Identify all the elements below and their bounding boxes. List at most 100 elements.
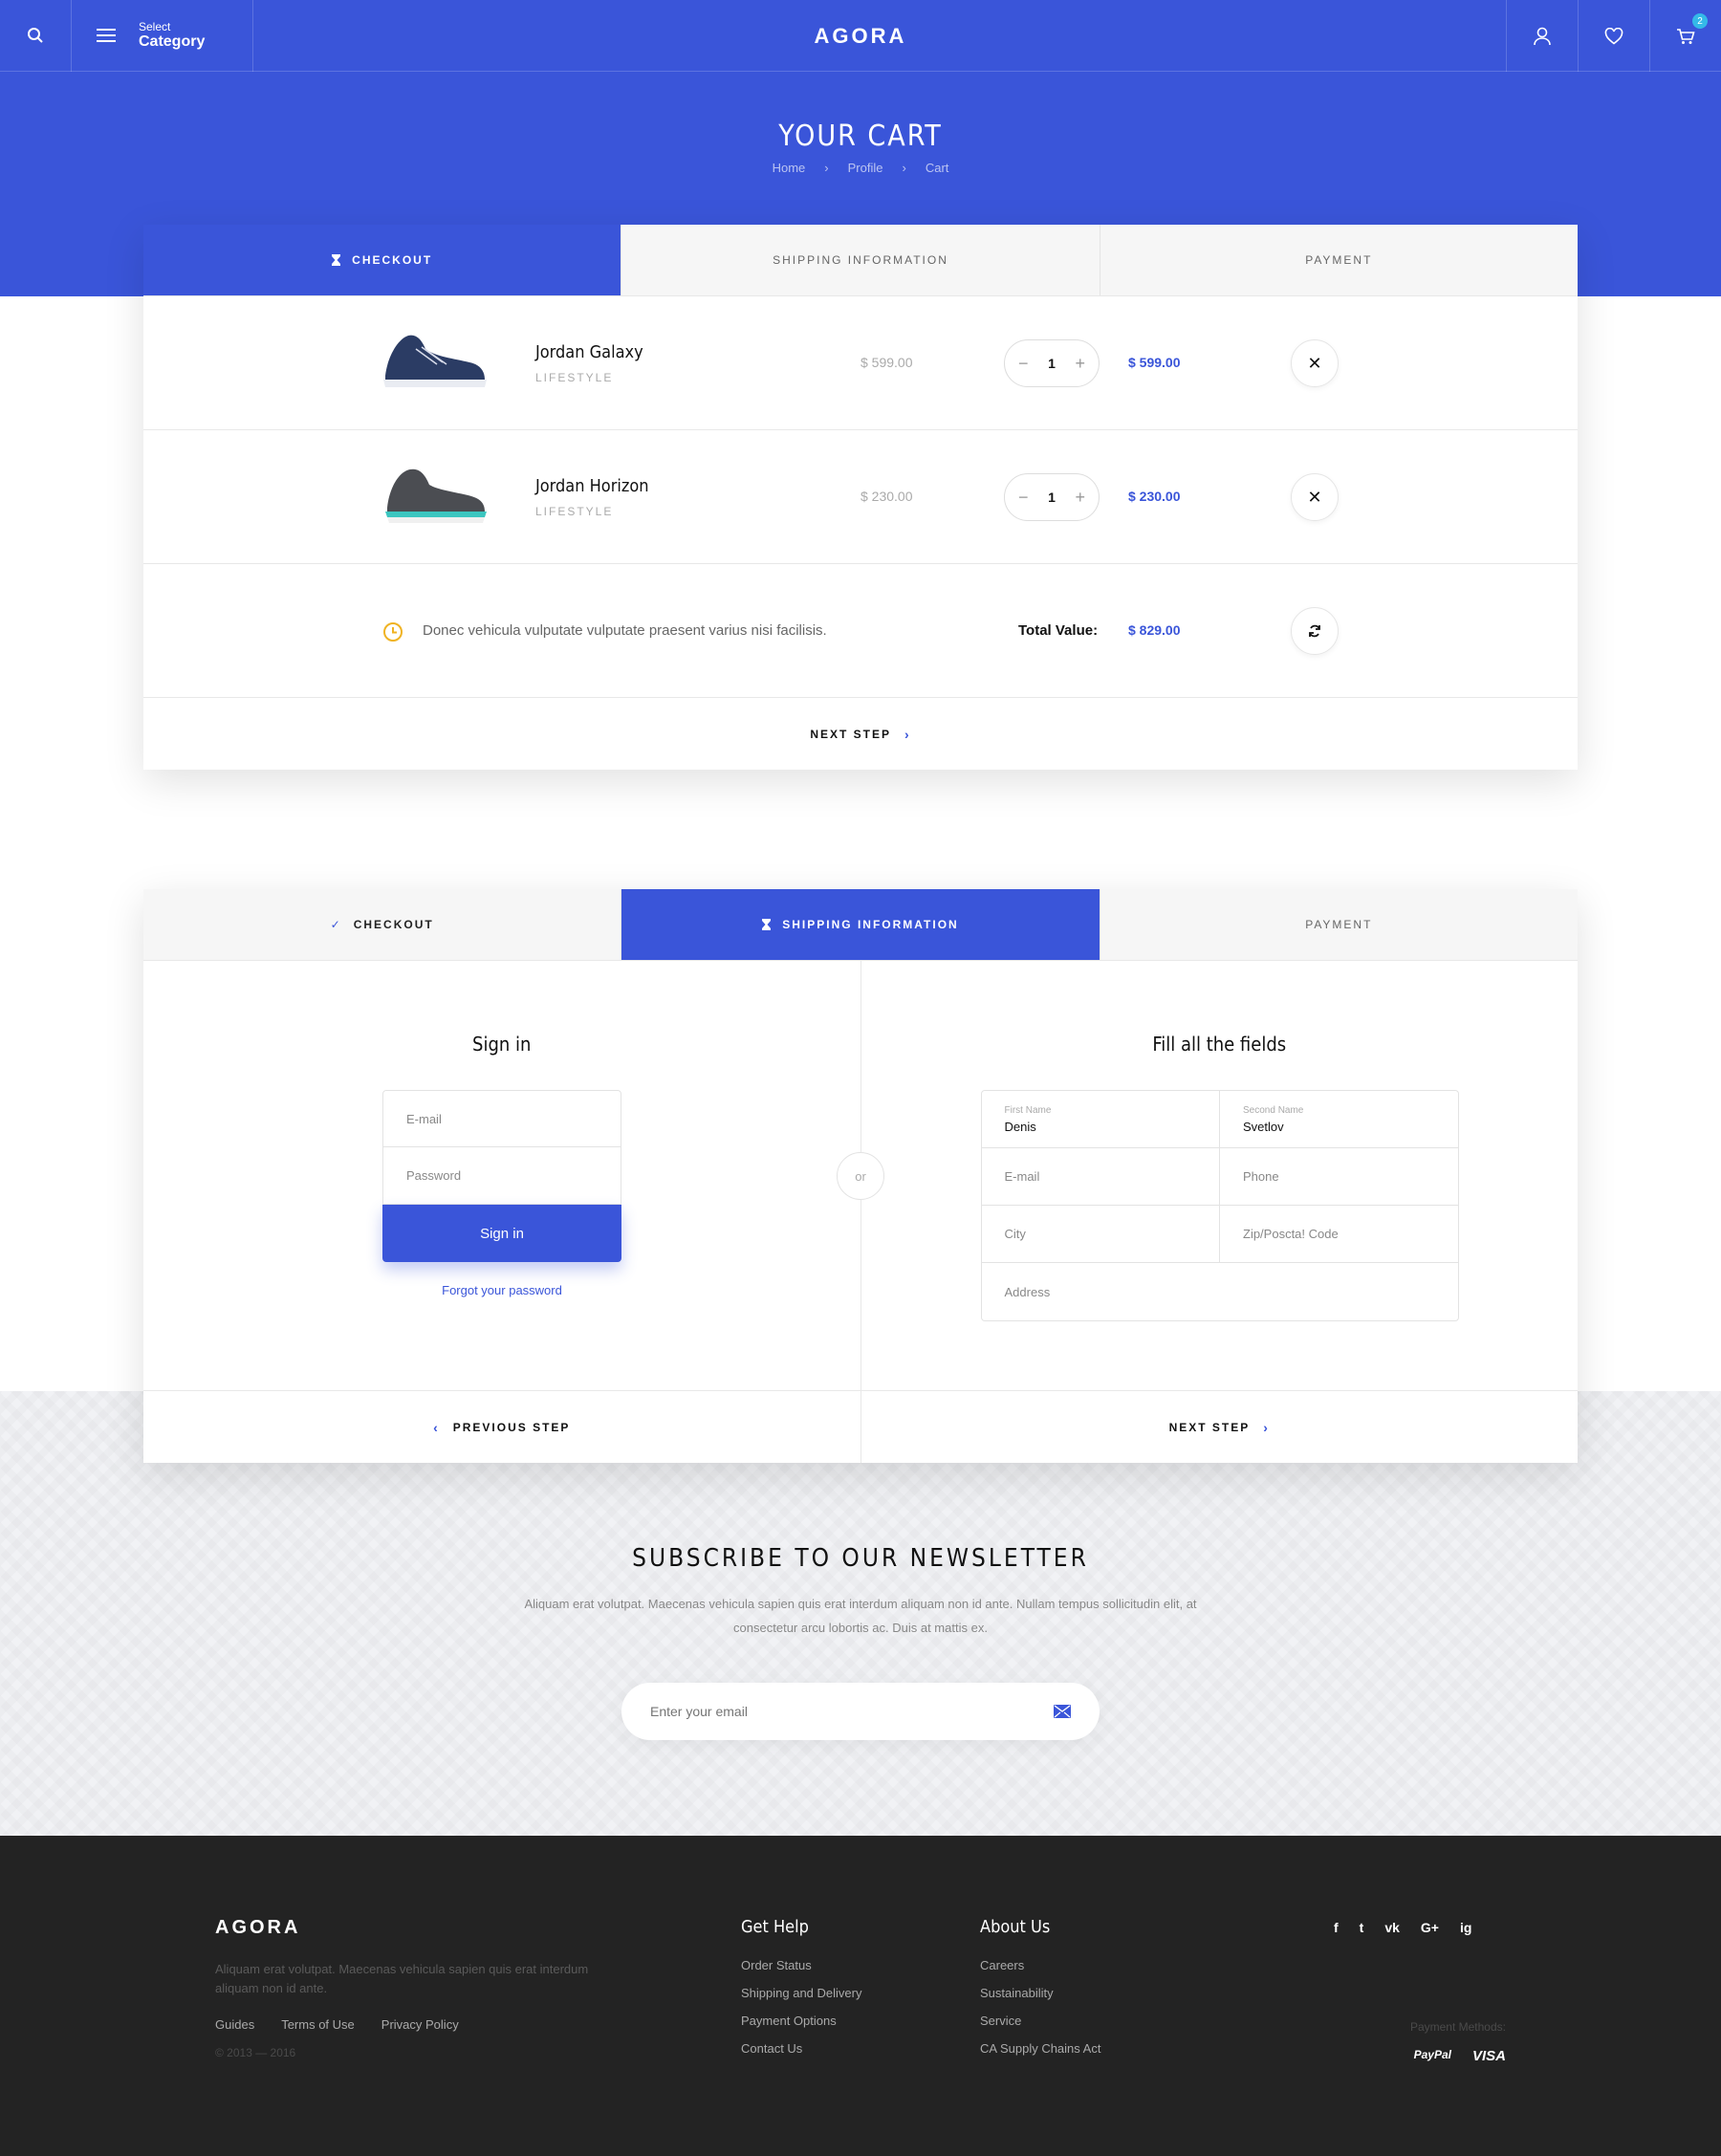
hourglass-icon <box>762 919 772 930</box>
vk-icon[interactable]: vk <box>1384 1920 1400 1935</box>
product-name[interactable]: Jordan Galaxy <box>535 342 643 362</box>
phone-field[interactable]: Phone <box>1220 1148 1458 1205</box>
remove-item-button[interactable]: ✕ <box>1291 339 1339 387</box>
or-divider: or <box>837 1152 884 1200</box>
tab-payment[interactable]: PAYMENT <box>1100 889 1578 960</box>
forgot-password-link[interactable]: Forgot your password <box>382 1283 621 1297</box>
line-total: $ 230.00 <box>1128 489 1181 504</box>
hourglass-icon <box>332 254 341 266</box>
search-icon <box>28 28 43 43</box>
first-name-value: Denis <box>1004 1119 1036 1134</box>
product-category: LIFESTYLE <box>535 371 614 384</box>
product-name[interactable]: Jordan Horizon <box>535 476 649 496</box>
help-link-payment[interactable]: Payment Options <box>741 2014 861 2028</box>
next-step-button[interactable]: NEXT STEP › <box>861 1391 1579 1463</box>
next-step-button[interactable]: NEXT STEP › <box>143 698 1578 770</box>
help-link-order-status[interactable]: Order Status <box>741 1958 861 1972</box>
help-column: Get Help Order Status Shipping and Deliv… <box>741 1917 861 2069</box>
account-button[interactable] <box>1506 0 1578 72</box>
previous-step-button[interactable]: ‹ PREVIOUS STEP <box>143 1391 861 1463</box>
newsletter-form <box>621 1683 1100 1740</box>
user-icon <box>1534 27 1551 45</box>
shipping-email-field[interactable]: E-mail <box>982 1148 1220 1205</box>
product-image-jordan-galaxy[interactable] <box>378 330 492 397</box>
breadcrumb-cart: Cart <box>925 161 949 175</box>
delivery-note: Donec vehicula vulputate vulputate praes… <box>423 622 827 639</box>
footer-logo[interactable]: AGORA <box>215 1917 300 1939</box>
previous-step-label: PREVIOUS STEP <box>452 1420 571 1434</box>
help-link-contact[interactable]: Contact Us <box>741 2041 861 2056</box>
unit-price: $ 599.00 <box>860 355 913 370</box>
footer-link-privacy[interactable]: Privacy Policy <box>381 2017 459 2032</box>
signin-button[interactable]: Sign in <box>382 1205 621 1262</box>
site-logo[interactable]: AGORA <box>0 0 1721 72</box>
header-actions: 2 <box>1506 0 1721 72</box>
decrease-qty-button[interactable]: − <box>1018 354 1029 374</box>
google-plus-icon[interactable]: G+ <box>1421 1920 1439 1935</box>
second-name-field[interactable]: Second Name Svetlov <box>1220 1091 1458 1147</box>
social-links: f t vk G+ ig <box>1334 1920 1471 1935</box>
footer-link-terms[interactable]: Terms of Use <box>281 2017 355 2032</box>
form-row: E-mail Phone <box>981 1148 1458 1206</box>
category-selector[interactable]: Select Category <box>72 0 253 72</box>
tab-checkout[interactable]: CHECKOUT <box>143 225 622 295</box>
heart-icon <box>1604 27 1623 45</box>
tab-shipping-label: SHIPPING INFORMATION <box>782 918 959 931</box>
footer-link-guides[interactable]: Guides <box>215 2017 254 2032</box>
footer-description: Aliquam erat volutpat. Maecenas vehicula… <box>215 1962 589 1995</box>
about-link-careers[interactable]: Careers <box>980 1958 1100 1972</box>
quantity-value[interactable]: 1 <box>1048 356 1056 371</box>
decrease-qty-button[interactable]: − <box>1018 488 1029 508</box>
increase-qty-button[interactable]: + <box>1075 488 1085 508</box>
zip-field[interactable]: Zip/Poscta! Code <box>1220 1206 1458 1262</box>
about-title: About Us <box>980 1917 1051 1937</box>
tab-payment-label: PAYMENT <box>1305 253 1373 267</box>
cart-button[interactable]: 2 <box>1649 0 1721 72</box>
address-field[interactable]: Address <box>982 1263 1458 1320</box>
signin-form: E-mail Password Sign in Forgot your pass… <box>382 1090 621 1297</box>
quantity-value[interactable]: 1 <box>1048 490 1056 505</box>
chevron-right-icon: › <box>1263 1419 1270 1435</box>
page-title: YOUR CART <box>778 120 943 153</box>
tab-checkout-label: CHECKOUT <box>352 253 433 267</box>
product-image-jordan-horizon[interactable] <box>378 464 492 531</box>
breadcrumb-home[interactable]: Home <box>773 161 806 175</box>
remove-item-button[interactable]: ✕ <box>1291 473 1339 521</box>
email-field[interactable]: E-mail <box>382 1090 621 1147</box>
quantity-stepper: − 1 + <box>1004 473 1100 521</box>
refresh-cart-button[interactable] <box>1291 607 1339 655</box>
next-step-label: NEXT STEP <box>810 727 891 741</box>
shipping-card: ✓ CHECKOUT SHIPPING INFORMATION PAYMENT … <box>143 889 1578 1463</box>
newsletter-title: SUBSCRIBE TO OUR NEWSLETTER <box>632 1544 1089 1573</box>
payment-logos: PayPal VISA <box>1414 2048 1506 2064</box>
wishlist-button[interactable] <box>1578 0 1649 72</box>
tab-shipping[interactable]: SHIPPING INFORMATION <box>621 225 1100 295</box>
newsletter-email-input[interactable] <box>650 1704 994 1719</box>
twitter-icon[interactable]: t <box>1360 1920 1364 1935</box>
breadcrumb-profile[interactable]: Profile <box>848 161 883 175</box>
tab-payment[interactable]: PAYMENT <box>1100 225 1578 295</box>
password-field[interactable]: Password <box>382 1147 621 1205</box>
tab-shipping[interactable]: SHIPPING INFORMATION <box>621 889 1100 960</box>
about-link-supply-chains[interactable]: CA Supply Chains Act <box>980 2041 1100 2056</box>
instagram-icon[interactable]: ig <box>1460 1920 1471 1935</box>
search-button[interactable] <box>0 0 72 72</box>
tab-checkout-label: CHECKOUT <box>353 918 434 931</box>
about-link-service[interactable]: Service <box>980 2014 1100 2028</box>
tab-checkout[interactable]: ✓ CHECKOUT <box>143 889 622 960</box>
checkout-steps: CHECKOUT SHIPPING INFORMATION PAYMENT <box>143 225 1578 296</box>
form-row: Address <box>982 1263 1458 1320</box>
mail-icon[interactable] <box>1054 1705 1071 1718</box>
clock-icon <box>383 622 403 642</box>
tab-shipping-label: SHIPPING INFORMATION <box>773 253 948 267</box>
product-category: LIFESTYLE <box>535 505 614 518</box>
increase-qty-button[interactable]: + <box>1075 354 1085 374</box>
help-link-shipping[interactable]: Shipping and Delivery <box>741 1986 861 2000</box>
city-field[interactable]: City <box>982 1206 1220 1262</box>
about-link-sustainability[interactable]: Sustainability <box>980 1986 1100 2000</box>
first-name-field[interactable]: First Name Denis <box>982 1091 1220 1147</box>
facebook-icon[interactable]: f <box>1334 1920 1339 1935</box>
category-label: Select Category <box>139 20 205 51</box>
newsletter-text: Aliquam erat volutpat. Maecenas vehicula… <box>524 1597 1197 1635</box>
signin-title: Sign in <box>472 1033 532 1056</box>
